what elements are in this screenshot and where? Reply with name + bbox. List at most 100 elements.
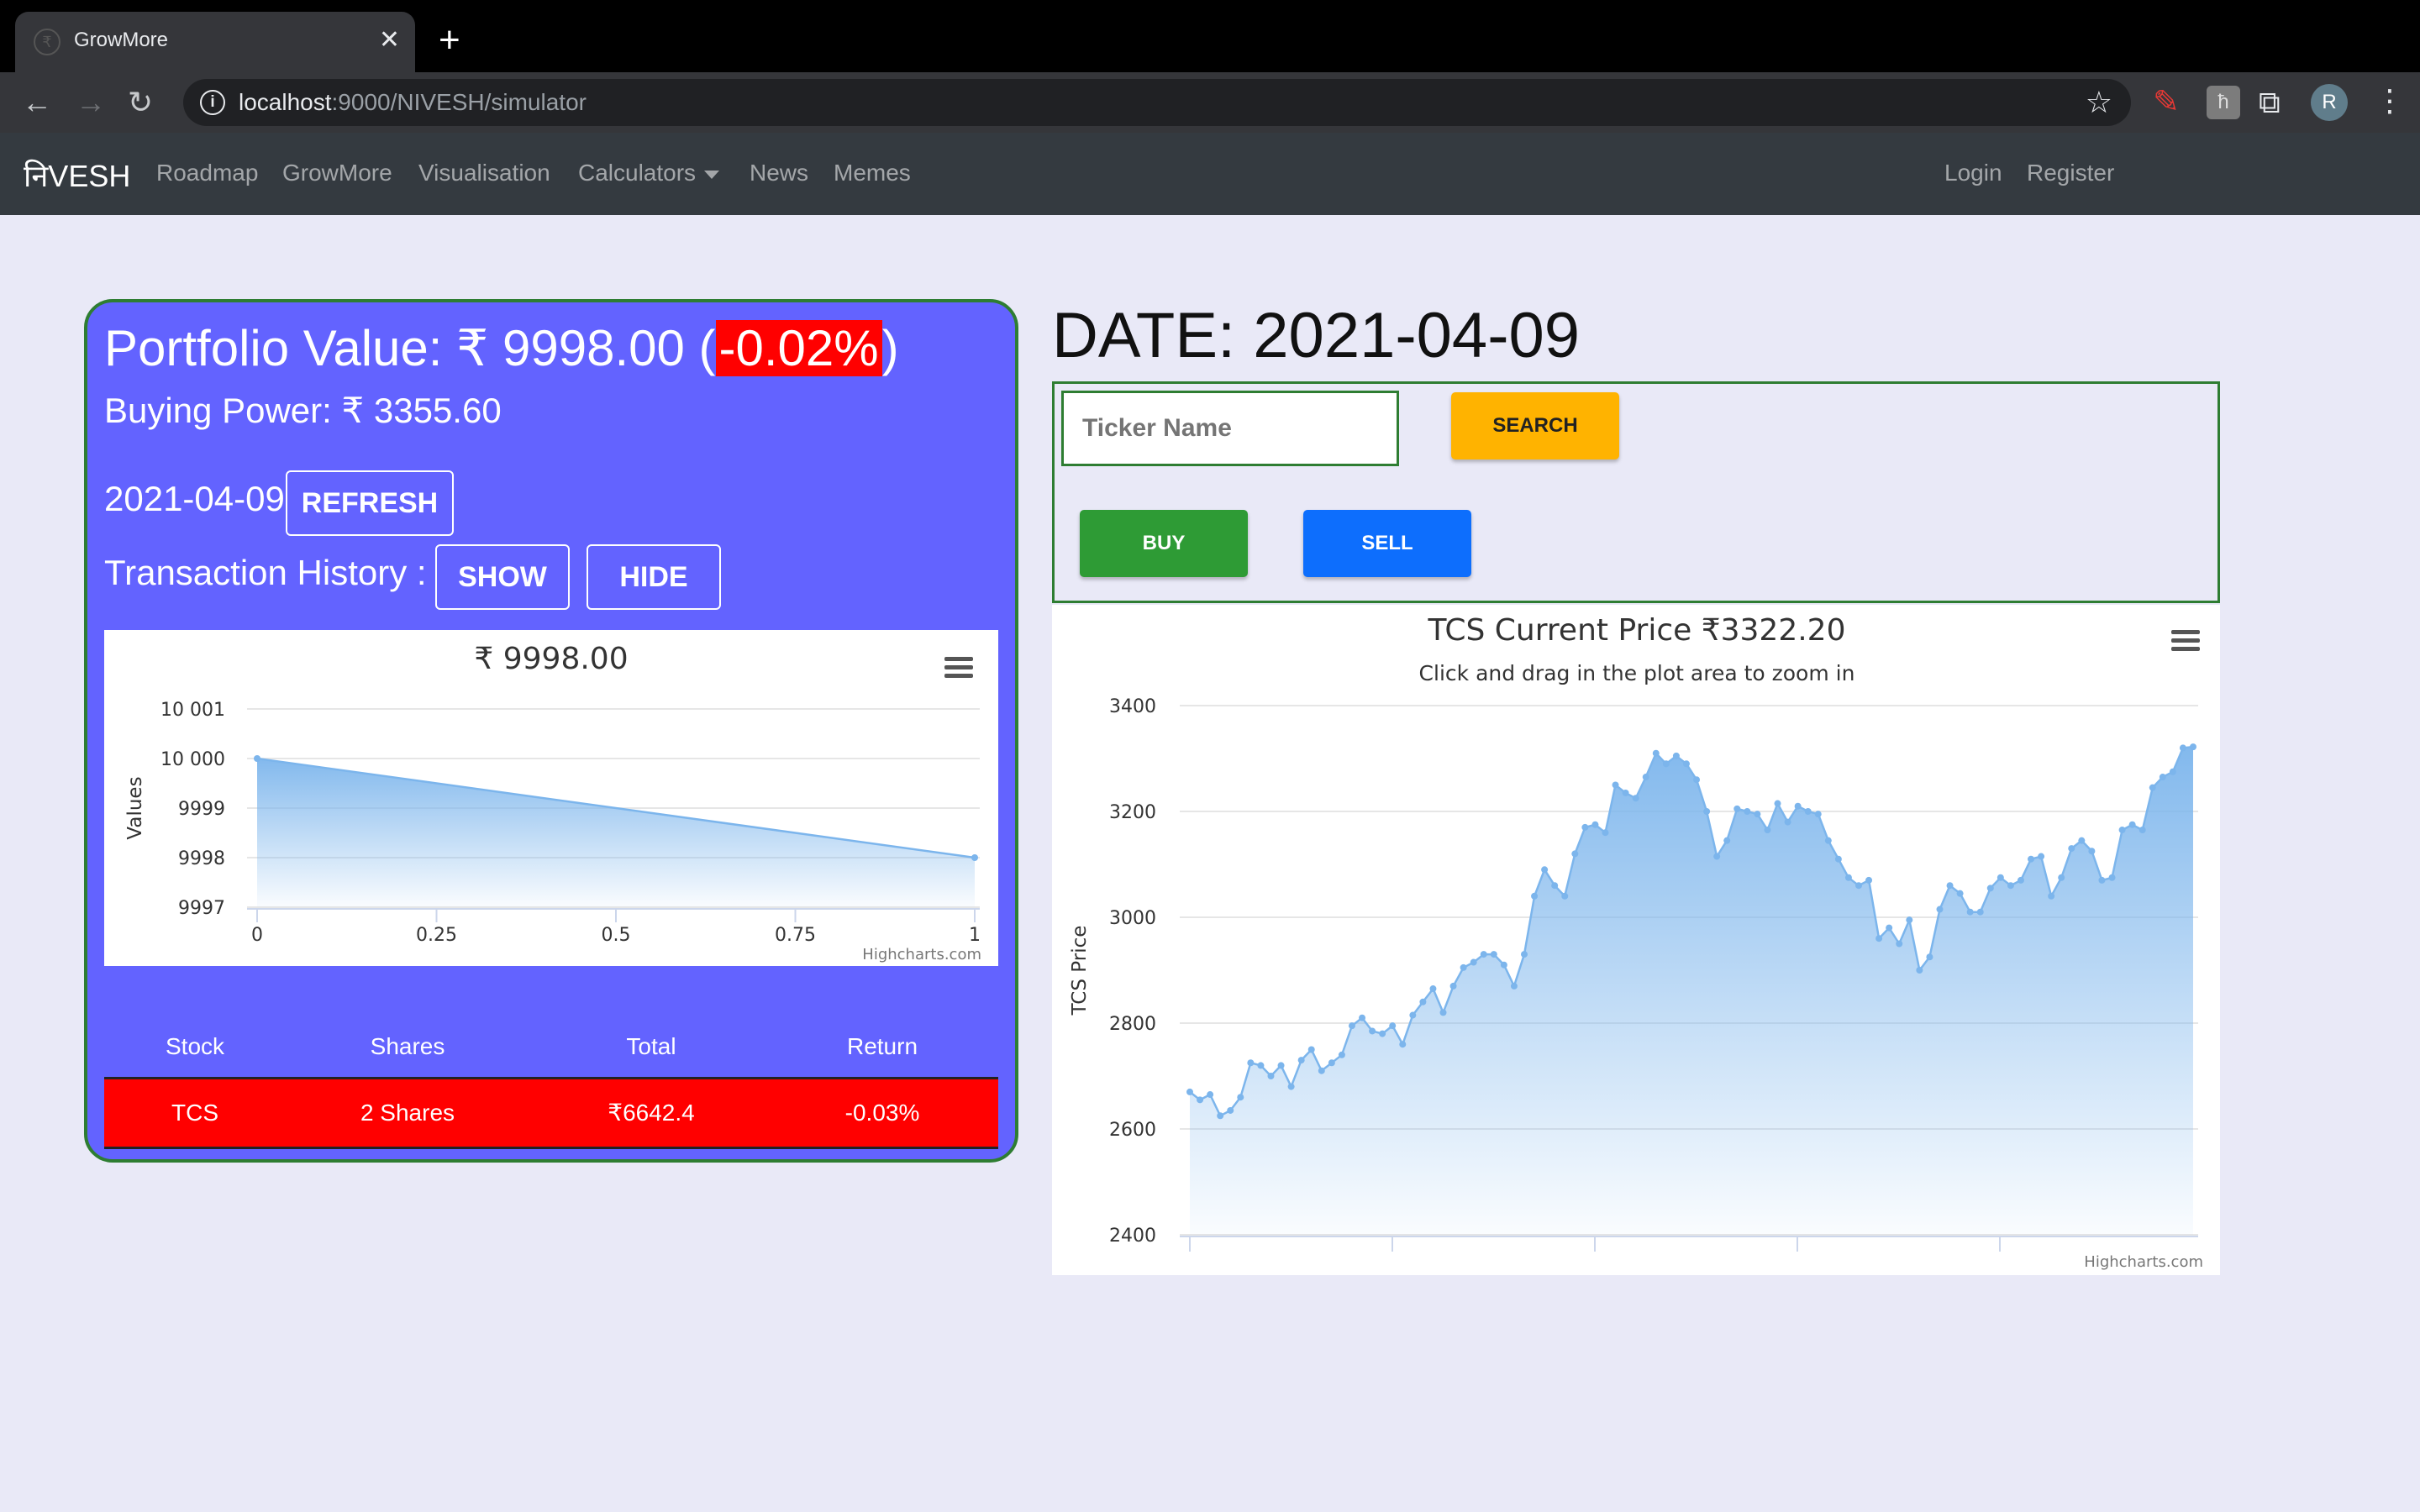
- data-point: [1439, 1009, 1447, 1016]
- y-axis-title: TCS Price: [1069, 926, 1091, 1016]
- data-point: [1480, 951, 1487, 958]
- y-tick-label: 2600: [1109, 1120, 1156, 1141]
- refresh-button[interactable]: REFRESH: [286, 470, 454, 536]
- back-icon[interactable]: ←: [22, 84, 52, 121]
- data-point: [2017, 876, 2024, 884]
- nav-register[interactable]: Register: [2027, 160, 2114, 186]
- data-point: [1490, 951, 1497, 958]
- data-point: [971, 854, 978, 861]
- y-tick-label: 3000: [1109, 908, 1156, 929]
- url-text[interactable]: localhost:9000/NIVESH/simulator: [239, 89, 587, 116]
- data-point: [1996, 874, 2004, 881]
- data-point: [1744, 808, 1751, 815]
- chart-title: ₹ 9998.00: [474, 642, 628, 676]
- tab-title: GrowMore: [74, 29, 169, 51]
- portfolio-value: Portfolio Value: ₹ 9998.00 (-0.02%): [104, 319, 899, 378]
- x-tick-label: 0.75: [775, 925, 816, 946]
- cell-shares: 2 Shares: [360, 1100, 455, 1126]
- header-total: Total: [626, 1033, 676, 1059]
- data-point: [1591, 821, 1599, 828]
- profile-avatar[interactable]: R: [2311, 84, 2348, 121]
- data-point: [1257, 1062, 1265, 1069]
- buy-button[interactable]: BUY: [1080, 510, 1248, 577]
- data-point: [1682, 760, 1690, 768]
- data-point: [1976, 908, 1984, 916]
- portfolio-chart[interactable]: 9997 9998 9999 10 000 10 001 0 0.25 0.5 0.75 1 Val…: [104, 630, 998, 966]
- sell-button[interactable]: SELL: [1303, 510, 1471, 577]
- data-point: [2088, 848, 2096, 855]
- x-tick-label: 0: [251, 925, 263, 946]
- data-point: [2068, 845, 2075, 853]
- data-point: [1612, 781, 1619, 789]
- data-point: [1348, 1022, 1355, 1030]
- data-point: [1449, 982, 1457, 990]
- new-tab-icon[interactable]: +: [439, 20, 460, 60]
- cell-return: -0.03%: [844, 1100, 920, 1126]
- data-point: [1217, 1112, 1224, 1120]
- url-path: :9000/NIVESH/simulator: [331, 89, 587, 115]
- y-tick-label: 9999: [178, 799, 225, 820]
- browser-tab[interactable]: ₹ GrowMore ✕: [15, 12, 415, 72]
- buying-power: Buying Power: ₹ 3355.60: [104, 391, 502, 430]
- credits-label: Highcharts.com: [862, 946, 981, 963]
- nav-news[interactable]: News: [750, 160, 808, 186]
- data-point: [1662, 760, 1670, 768]
- y-tick-label: 10 000: [160, 749, 225, 770]
- data-point: [2048, 892, 2055, 900]
- show-history-button[interactable]: SHOW: [435, 544, 570, 610]
- data-point: [1429, 985, 1437, 993]
- data-point: [1936, 906, 1944, 913]
- x-tick-label: 0.5: [602, 925, 631, 946]
- site-info-icon[interactable]: i: [200, 90, 225, 115]
- y-axis-title: Values: [124, 776, 146, 839]
- table-row[interactable]: TCS 2 Shares ₹6642.4 -0.03%: [104, 1077, 998, 1149]
- data-point: [1470, 958, 1477, 966]
- data-point: [1814, 811, 1822, 818]
- data-point: [1531, 892, 1539, 900]
- nav-login[interactable]: Login: [1944, 160, 2002, 186]
- extension-icon[interactable]: ħ: [2207, 86, 2240, 119]
- data-point: [1409, 1011, 1417, 1019]
- chart-subtitle: Click and drag in the plot area to zoom …: [1419, 661, 1855, 685]
- ticker-input[interactable]: [1061, 391, 1399, 466]
- data-point: [1207, 1091, 1214, 1099]
- data-point: [1642, 774, 1649, 781]
- y-tick-label: 3400: [1109, 696, 1156, 717]
- search-button[interactable]: SEARCH: [1451, 392, 1619, 459]
- data-point: [2038, 853, 2045, 860]
- data-point: [1876, 935, 1883, 942]
- reload-icon[interactable]: ↻: [128, 84, 153, 121]
- data-point: [1318, 1067, 1325, 1074]
- nav-memes[interactable]: Memes: [834, 160, 911, 186]
- pen-extension-icon[interactable]: ✎: [2153, 86, 2186, 119]
- stock-price-chart[interactable]: 2400 2600 2800 3000 3200 3400 TCS Price TCS Cur…: [1052, 605, 2220, 1275]
- nav-calculators-dropdown[interactable]: Calculators: [578, 160, 720, 186]
- browser-menu-icon[interactable]: ⋮: [2375, 82, 2405, 119]
- data-point: [2108, 874, 2116, 881]
- data-point: [1227, 1106, 1234, 1114]
- data-point: [1844, 874, 1852, 881]
- cell-total: ₹6642.4: [608, 1100, 695, 1126]
- header-stock: Stock: [165, 1033, 225, 1059]
- data-point: [1794, 802, 1802, 810]
- data-point: [1247, 1059, 1255, 1067]
- data-point: [2169, 768, 2176, 775]
- hide-history-button[interactable]: HIDE: [587, 544, 721, 610]
- data-point: [1946, 882, 1954, 890]
- portfolio-change-badge: -0.02%: [715, 320, 882, 376]
- url-host: localhost: [239, 89, 332, 115]
- data-point: [1197, 1096, 1204, 1104]
- extensions-puzzle-icon[interactable]: ⧉: [2259, 86, 2292, 119]
- nav-visualisation[interactable]: Visualisation: [418, 160, 550, 186]
- address-bar[interactable]: i localhost:9000/NIVESH/simulator ☆: [183, 79, 2131, 126]
- nav-growmore[interactable]: GrowMore: [282, 160, 392, 186]
- close-tab-icon[interactable]: ✕: [379, 25, 400, 55]
- nav-calculators-label: Calculators: [578, 160, 697, 186]
- y-tick-label: 9998: [178, 848, 225, 869]
- forward-icon[interactable]: →: [76, 84, 106, 121]
- data-point: [1328, 1059, 1335, 1067]
- nav-roadmap[interactable]: Roadmap: [156, 160, 258, 186]
- brand-logo[interactable]: निVESH: [24, 155, 130, 196]
- data-point: [1896, 940, 1903, 948]
- bookmark-star-icon[interactable]: ☆: [2086, 85, 2112, 120]
